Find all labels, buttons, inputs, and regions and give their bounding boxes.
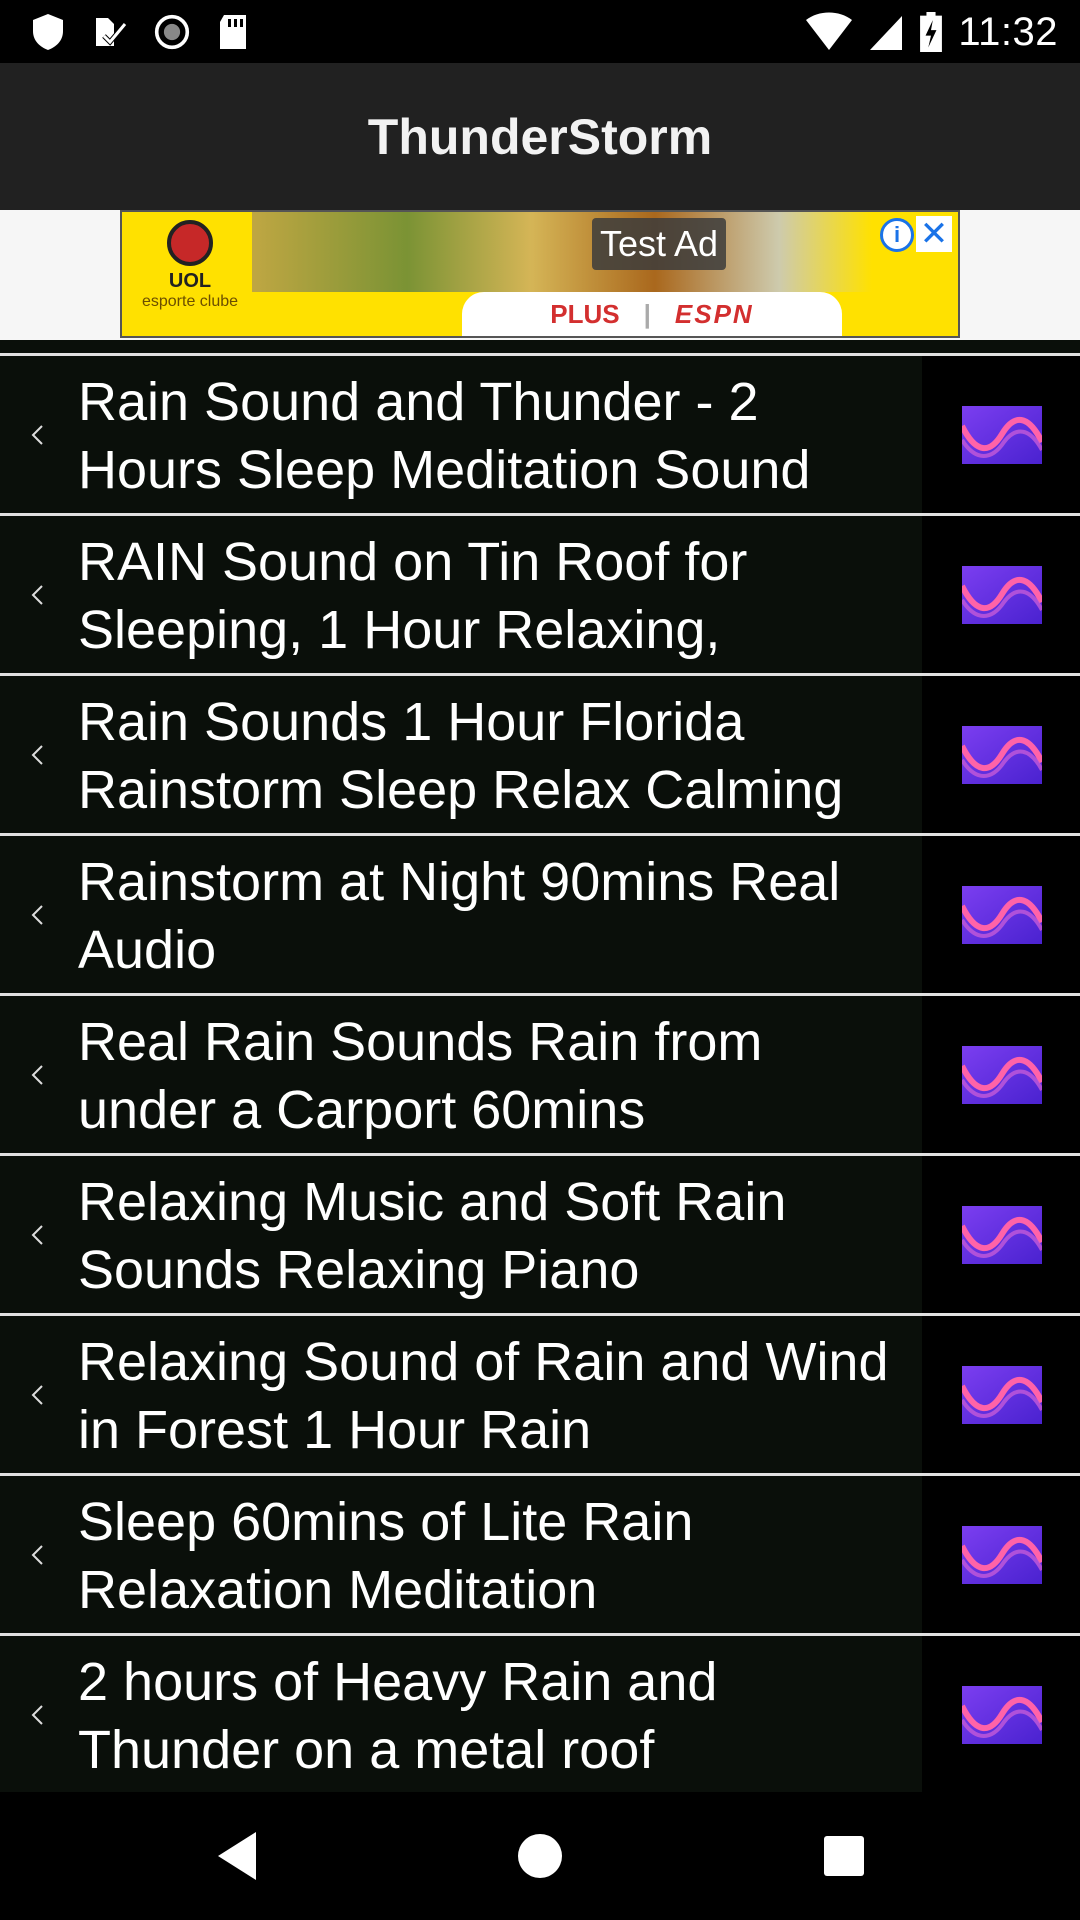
sound-wave-icon[interactable] bbox=[962, 1685, 1042, 1744]
list-item-main[interactable]: Relaxing Music and Soft Rain Sounds Rela… bbox=[0, 1156, 922, 1313]
ad-logo-subtext: esporte clube bbox=[141, 293, 239, 310]
list-item[interactable]: Relaxing Music and Soft Rain Sounds Rela… bbox=[0, 1156, 1080, 1316]
list-item[interactable]: RAIN Sound on Tin Roof for Sleeping, 1 H… bbox=[0, 516, 1080, 676]
chevron-left-icon bbox=[31, 744, 43, 765]
sound-wave-icon[interactable] bbox=[962, 1205, 1042, 1264]
list-item-title: Rainstorm at Night 90mins Real Audio bbox=[78, 852, 841, 980]
back-triangle-icon[interactable] bbox=[210, 1826, 270, 1886]
track-list[interactable]: Rain Sound and Thunder - 2 Hours Sleep M… bbox=[0, 340, 1080, 1792]
ad-area: UOL esporte clube PLUS | ESPN Test Ad i … bbox=[0, 210, 1080, 340]
list-item[interactable]: 2 hours of Heavy Rain and Thunder on a m… bbox=[0, 1636, 1080, 1792]
chevron-left-icon bbox=[31, 424, 43, 445]
list-item-main[interactable]: 2 hours of Heavy Rain and Thunder on a m… bbox=[0, 1636, 922, 1792]
sound-wave-icon[interactable] bbox=[962, 1045, 1042, 1104]
sd-card-icon bbox=[220, 15, 246, 49]
chevron-left-icon bbox=[31, 584, 43, 605]
chevron-left-icon bbox=[31, 904, 43, 925]
clock: 11:32 bbox=[958, 9, 1058, 54]
chevron-left-icon bbox=[31, 1224, 43, 1245]
list-item-action[interactable] bbox=[922, 676, 1080, 833]
list-item-title: Rain Sound and Thunder - 2 Hours Sleep M… bbox=[78, 372, 811, 500]
ad-plus-espn: PLUS | ESPN bbox=[462, 292, 842, 336]
list-item-title: Real Rain Sounds Rain from under a Carpo… bbox=[78, 1012, 763, 1140]
chevron-left-icon bbox=[31, 1384, 43, 1405]
app-bar: ThunderStorm bbox=[0, 63, 1080, 210]
ad-logo: UOL esporte clube bbox=[140, 220, 240, 332]
list-item[interactable]: Sleep 60mins of Lite Rain Relaxation Med… bbox=[0, 1476, 1080, 1636]
ad-label: Test Ad bbox=[592, 218, 727, 270]
ad-banner[interactable]: UOL esporte clube PLUS | ESPN Test Ad i … bbox=[120, 210, 960, 338]
chevron-left-icon bbox=[31, 1704, 43, 1725]
uol-logo-icon bbox=[167, 220, 213, 266]
list-item-main[interactable]: Real Rain Sounds Rain from under a Carpo… bbox=[0, 996, 922, 1153]
list-item-action[interactable] bbox=[922, 1316, 1080, 1473]
status-bar: 11:32 bbox=[0, 0, 1080, 63]
sound-wave-icon[interactable] bbox=[962, 405, 1042, 464]
recents-square-icon[interactable] bbox=[814, 1826, 874, 1886]
list-item-title: Relaxing Music and Soft Rain Sounds Rela… bbox=[78, 1172, 787, 1300]
list-item[interactable]: Rainstorm at Night 90mins Real Audio bbox=[0, 836, 1080, 996]
sound-wave-icon[interactable] bbox=[962, 1365, 1042, 1424]
list-item-main[interactable]: Relaxing Sound of Rain and Wind in Fores… bbox=[0, 1316, 922, 1473]
chevron-left-icon bbox=[31, 1064, 43, 1085]
list-item-main[interactable]: RAIN Sound on Tin Roof for Sleeping, 1 H… bbox=[0, 516, 922, 673]
battery-charging-icon bbox=[920, 12, 943, 52]
sound-wave-icon[interactable] bbox=[962, 565, 1042, 624]
sound-wave-icon[interactable] bbox=[962, 885, 1042, 944]
list-item-title: Rain Sounds 1 Hour Florida Rainstorm Sle… bbox=[78, 692, 844, 820]
list-item-main[interactable]: Rainstorm at Night 90mins Real Audio bbox=[0, 836, 922, 993]
info-icon[interactable]: i bbox=[880, 218, 914, 252]
list-item[interactable]: Rain Sounds 1 Hour Florida Rainstorm Sle… bbox=[0, 676, 1080, 836]
record-icon bbox=[154, 14, 190, 50]
list-item-partial bbox=[0, 340, 1080, 356]
list-item-title: 2 hours of Heavy Rain and Thunder on a m… bbox=[78, 1652, 718, 1780]
list-item[interactable]: Rain Sound and Thunder - 2 Hours Sleep M… bbox=[0, 356, 1080, 516]
list-item-action[interactable] bbox=[922, 836, 1080, 993]
list-item-action[interactable] bbox=[922, 516, 1080, 673]
list-item-action[interactable] bbox=[922, 1636, 1080, 1792]
list-item-action[interactable] bbox=[922, 996, 1080, 1153]
download-check-icon bbox=[96, 18, 127, 46]
list-item-action[interactable] bbox=[922, 1476, 1080, 1633]
cell-signal-icon bbox=[870, 16, 903, 50]
list-item-title: Sleep 60mins of Lite Rain Relaxation Med… bbox=[78, 1492, 694, 1620]
ad-image bbox=[252, 212, 872, 292]
list-item-action[interactable] bbox=[922, 1156, 1080, 1313]
wifi-icon bbox=[806, 12, 853, 50]
ad-plus-text: PLUS bbox=[550, 298, 620, 329]
list-item-main[interactable]: Sleep 60mins of Lite Rain Relaxation Med… bbox=[0, 1476, 922, 1633]
list-item-main[interactable]: Rain Sound and Thunder - 2 Hours Sleep M… bbox=[0, 356, 922, 513]
shield-icon bbox=[33, 14, 63, 50]
list-item-title: Relaxing Sound of Rain and Wind in Fores… bbox=[78, 1332, 889, 1460]
navigation-bar bbox=[0, 1792, 1080, 1920]
ad-logo-text: UOL bbox=[168, 270, 212, 292]
list-item[interactable]: Relaxing Sound of Rain and Wind in Fores… bbox=[0, 1316, 1080, 1476]
list-item-action[interactable] bbox=[922, 356, 1080, 513]
list-item-title: RAIN Sound on Tin Roof for Sleeping, 1 H… bbox=[78, 532, 748, 660]
list-item[interactable]: Real Rain Sounds Rain from under a Carpo… bbox=[0, 996, 1080, 1156]
close-icon[interactable]: ✕ bbox=[916, 216, 952, 252]
chevron-left-icon bbox=[31, 1544, 43, 1565]
list-item-main[interactable]: Rain Sounds 1 Hour Florida Rainstorm Sle… bbox=[0, 676, 922, 833]
page-title: ThunderStorm bbox=[367, 108, 713, 165]
sound-wave-icon[interactable] bbox=[962, 1525, 1042, 1584]
sound-wave-icon[interactable] bbox=[962, 725, 1042, 784]
home-circle-icon[interactable] bbox=[510, 1826, 570, 1886]
ad-espn-text: ESPN bbox=[674, 298, 754, 329]
ad-separator: | bbox=[643, 298, 651, 329]
